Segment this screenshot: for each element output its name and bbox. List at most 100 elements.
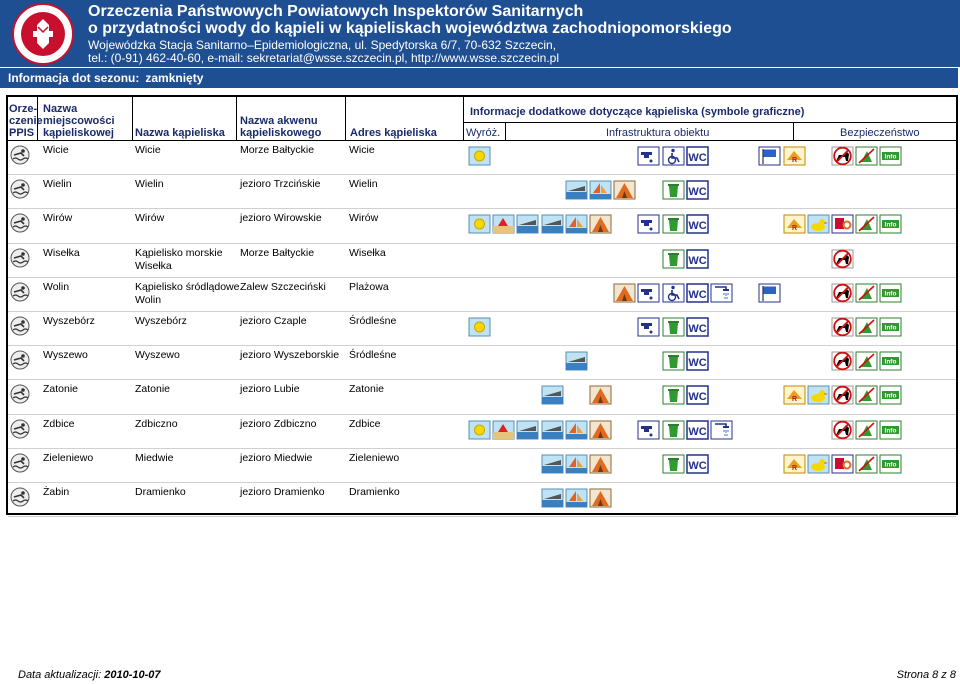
- cell-adres: Zieleniewo: [349, 451, 400, 464]
- tent-icon: [613, 180, 636, 200]
- table-row: Zdbice Zdbiczno jezioro Zdbiczno Zdbice WC In…: [8, 415, 956, 449]
- col-kapielisko: Nazwa kąpieliska: [135, 127, 225, 139]
- cell-akwen: jezioro Lubie: [240, 383, 300, 396]
- svg-text:Info: Info: [885, 222, 897, 229]
- table-row: Wolin Kąpielisko śródlądowe Wolin Zalew Szc…: [8, 278, 956, 312]
- svg-text:Info: Info: [885, 359, 897, 366]
- bin-icon: [662, 180, 685, 200]
- tent-icon: [589, 214, 612, 234]
- bin-icon: [662, 351, 685, 371]
- duck-icon: [807, 385, 830, 405]
- table-row: Żabin Dramienko jezioro Dramienko Dramienko: [8, 483, 956, 518]
- wc-icon: WC: [686, 454, 709, 474]
- boat-icon: [541, 454, 564, 474]
- cell-miejscowosc: Wirów: [43, 212, 73, 225]
- boat-icon: [541, 420, 564, 440]
- bin-icon: [662, 420, 685, 440]
- bin-icon: [662, 454, 685, 474]
- col-wyroz: Wyróż.: [466, 127, 501, 139]
- no-fire-icon: [855, 214, 878, 234]
- cell-kapielisko: Wirów: [135, 212, 165, 225]
- rescue-icon: [831, 214, 854, 234]
- svg-text:WC: WC: [688, 460, 706, 472]
- cell-akwen: jezioro Wyszeborskie: [240, 349, 340, 362]
- tent-icon: [613, 283, 636, 303]
- tap-icon: [637, 214, 660, 234]
- footer: Data aktualizacji: 2010-10-07 Strona 8 z…: [0, 668, 960, 684]
- bin-icon: [662, 317, 685, 337]
- boat-icon: [565, 351, 588, 371]
- no-dogs-icon: [831, 283, 854, 303]
- svg-text:R: R: [792, 157, 797, 164]
- cell-miejscowosc: Wielin: [43, 178, 72, 191]
- season-value: zamknięty: [145, 71, 204, 85]
- cell-kapielisko: Zatonie: [135, 383, 171, 396]
- header-address: Wojewódzka Stacja Sanitarno–Epidemiologi…: [88, 38, 557, 52]
- sun-icon: [468, 420, 491, 440]
- bin-icon: [662, 214, 685, 234]
- swimmer-icon: [10, 248, 30, 268]
- cell-adres: Dramienko: [349, 486, 400, 498]
- svg-text:Info: Info: [885, 290, 897, 297]
- wheelchair-icon: [662, 283, 685, 303]
- cell-akwen: jezioro Miedwie: [240, 451, 313, 464]
- shower-icon: [710, 420, 733, 440]
- svg-text:Info: Info: [885, 325, 897, 332]
- lifeguard-icon: R: [783, 385, 806, 405]
- season-bar: Informacja dot sezonu: zamknięty: [0, 68, 958, 88]
- cell-adres: Wielin: [349, 178, 378, 191]
- svg-text:R: R: [792, 396, 797, 403]
- header-banner: Orzeczenia Państwowych Powiatowych Inspe…: [0, 0, 960, 67]
- svg-text:WC: WC: [688, 357, 706, 369]
- tap-icon: [637, 146, 660, 166]
- wc-icon: WC: [686, 385, 709, 406]
- sailboat-icon: [565, 454, 588, 474]
- bin-icon: [662, 249, 685, 269]
- cell-miejscowosc: Wolin: [43, 280, 70, 293]
- swimmer-icon: [10, 145, 30, 165]
- no-fire-icon: [855, 146, 878, 166]
- cell-akwen: jezioro Zdbiczno: [240, 417, 317, 430]
- col-akwen: Nazwa akwenu kąpieliskowego: [240, 115, 322, 139]
- cell-akwen: Morze Bałtyckie: [240, 246, 315, 259]
- swimmer-icon: [10, 419, 30, 439]
- cell-miejscowosc: Wyszebórz: [43, 315, 95, 327]
- swimmer-icon: [10, 213, 30, 233]
- svg-text:R: R: [792, 465, 797, 472]
- svg-text:WC: WC: [688, 323, 706, 335]
- swimmer-icon: [10, 384, 30, 404]
- duck-icon: [807, 214, 830, 234]
- cell-akwen: Morze Bałtyckie: [240, 144, 315, 156]
- cell-miejscowosc: Zatonie: [43, 383, 79, 396]
- svg-text:WC: WC: [688, 152, 706, 164]
- cell-akwen: jezioro Wirowskie: [240, 212, 322, 225]
- beach-icon: [492, 420, 515, 440]
- no-fire-icon: [855, 317, 878, 337]
- update-date: Data aktualizacji: 2010-10-07: [18, 669, 161, 681]
- col-infrastruktura: Infrastruktura obiektu: [606, 127, 710, 139]
- col-bezpieczenstwo: Bezpieczeństwo: [840, 127, 920, 139]
- tent-icon: [589, 385, 612, 405]
- table-row: Wicie Wicie Morze Bałtyckie Wicie WC R Info: [8, 141, 956, 176]
- inspection-logo: [12, 3, 74, 65]
- boat-icon: [541, 488, 564, 508]
- cell-akwen: jezioro Dramienko: [240, 486, 325, 498]
- cell-miejscowosc: Zdbice: [43, 417, 75, 430]
- no-fire-icon: [855, 385, 878, 405]
- wc-icon: WC: [686, 146, 709, 166]
- swimmer-icon: [10, 282, 30, 302]
- svg-text:WC: WC: [688, 255, 706, 267]
- flag-blue-icon: [758, 283, 781, 303]
- col-miejscowosc: Nazwa miejscowości kąpieliskowej: [43, 103, 115, 139]
- sailboat-icon: [565, 214, 588, 234]
- svg-text:WC: WC: [688, 391, 706, 403]
- cell-akwen: jezioro Czaple: [240, 315, 307, 327]
- cell-adres: Wisełka: [349, 246, 386, 259]
- table-row: Wisełka Kąpielisko morskie Wisełka Morze Ba…: [8, 244, 956, 278]
- shower-icon: [710, 283, 733, 303]
- cell-miejscowosc: Wyszewo: [43, 349, 88, 362]
- tap-icon: [637, 283, 660, 303]
- info-icon: Info: [879, 351, 902, 371]
- cell-kapielisko: Wielin: [135, 178, 164, 191]
- sailboat-icon: [589, 180, 612, 200]
